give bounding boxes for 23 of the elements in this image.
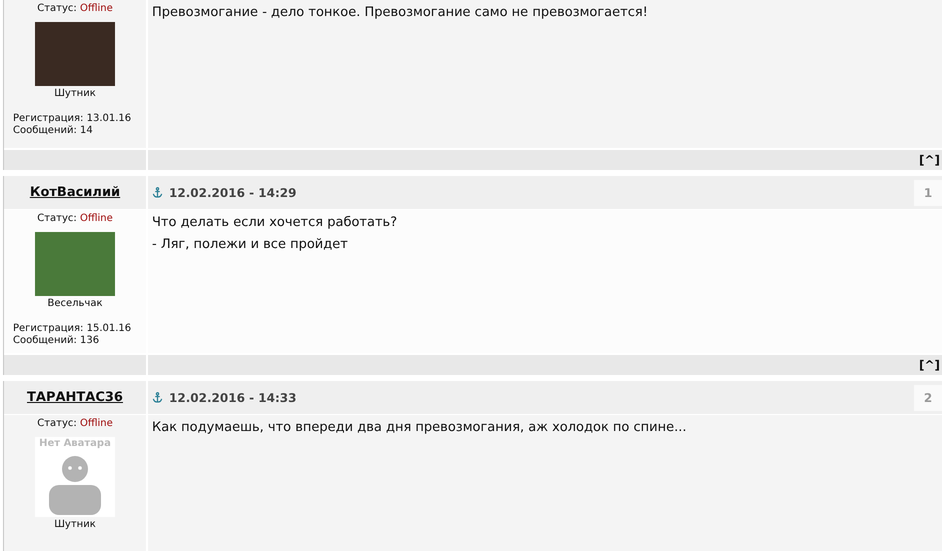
post-text: Что делать если хочется работать? (152, 214, 398, 231)
message-count: Сообщений: 14 (13, 125, 94, 137)
registration-date: Регистрация: 13.01.16 (13, 113, 132, 125)
back-to-top-link[interactable]: [^] (918, 358, 940, 372)
user-status: Статус: Offline (37, 213, 113, 224)
author-link[interactable]: КотВасилий (30, 185, 120, 200)
user-rank: Весельчак (47, 298, 103, 309)
user-status: Статус: Offline (37, 3, 113, 14)
anchor-icon[interactable] (152, 187, 163, 198)
user-rank: Шутник (54, 88, 96, 99)
author-link[interactable]: ТАРАНТАС36 (27, 390, 123, 405)
message-count: Сообщений: 136 (13, 335, 100, 347)
user-status: Статус: Offline (37, 418, 113, 429)
user-rank: Шутник (54, 519, 96, 530)
post-text: Превозмогание - дело тонкое. Превозмогание само не превозмогается! (152, 4, 649, 21)
post-date: 12.02.2016 - 14:29 (169, 186, 298, 200)
anchor-icon[interactable] (152, 392, 163, 403)
no-avatar-caption: Нет Аватара (39, 437, 111, 451)
post-date: 12.02.2016 - 14:33 (169, 390, 298, 404)
post-text: - Ляг, полежи и все пройдет (152, 236, 349, 253)
back-to-top-link[interactable]: [^] (918, 153, 940, 167)
registration-date: Регистрация: 15.01.16 (13, 323, 132, 335)
post-text: Как подумаешь, что впереди два дня превозмогания, аж холодок по спине... (152, 419, 688, 436)
